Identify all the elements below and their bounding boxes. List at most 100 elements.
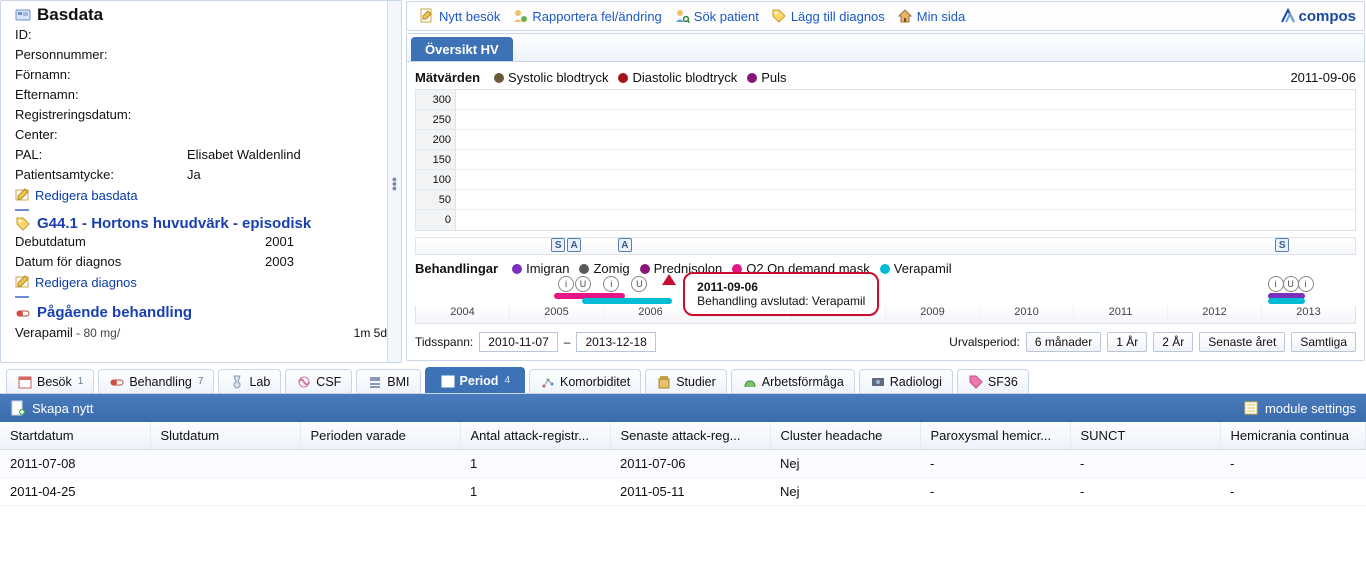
range-1y-button[interactable]: 1 År bbox=[1107, 332, 1147, 352]
col-header[interactable]: Perioden varade bbox=[300, 422, 460, 450]
col-header[interactable]: Startdatum bbox=[0, 422, 150, 450]
drug-age: 1m 5d bbox=[354, 326, 387, 340]
table-row[interactable]: 2011-07-0812011-07-06Nej--- bbox=[0, 450, 1366, 478]
left-panel: Basdata ID: Personnummer: Förnamn: Efter… bbox=[0, 0, 402, 363]
module-tabs: Besök1Behandling7LabCSFBMIPeriod4Komorbi… bbox=[0, 363, 1366, 394]
tab-bmi[interactable]: BMI bbox=[356, 369, 420, 393]
pal-value: Elisabet Waldenlind bbox=[187, 145, 301, 165]
person-question-icon bbox=[512, 8, 528, 24]
report-error-button[interactable]: Rapportera fel/ändring bbox=[508, 6, 665, 26]
tidsspann-label: Tidsspann: bbox=[415, 335, 473, 349]
tab-icon bbox=[229, 374, 245, 390]
tag-icon bbox=[771, 8, 787, 24]
tab-behandling[interactable]: Behandling7 bbox=[98, 369, 214, 393]
tab-icon bbox=[540, 374, 556, 390]
edit-diag-link[interactable]: Redigera diagnos bbox=[15, 274, 387, 290]
module-settings-button[interactable]: module settings bbox=[1243, 400, 1356, 416]
urval-label: Urvalsperiod: bbox=[949, 335, 1020, 349]
tab-komorbiditet[interactable]: Komorbiditet bbox=[529, 369, 641, 393]
tab-icon bbox=[742, 374, 758, 390]
col-header[interactable]: Cluster headache bbox=[770, 422, 920, 450]
tab-csf[interactable]: CSF bbox=[285, 369, 352, 393]
pal-label: PAL: bbox=[15, 145, 187, 165]
diagnosis-title: G44.1 - Hortons huvudvärk - episodisk bbox=[15, 215, 387, 232]
search-patient-button[interactable]: Sök patient bbox=[670, 6, 763, 26]
col-header[interactable]: SUNCT bbox=[1070, 422, 1220, 450]
measurements-legend: Mätvärden Systolic blodtryck Diastolic b… bbox=[415, 70, 1356, 85]
overview-panel: Översikt HV Mätvärden Systolic blodtryck… bbox=[406, 33, 1365, 361]
end-marker-icon bbox=[662, 274, 676, 285]
tab-sf36[interactable]: SF36 bbox=[957, 369, 1029, 393]
tab-radiologi[interactable]: Radiologi bbox=[859, 369, 953, 393]
tab-studier[interactable]: Studier bbox=[645, 369, 727, 393]
marker-icon: i bbox=[603, 276, 619, 292]
col-header[interactable]: Slutdatum bbox=[150, 422, 300, 450]
range-all-button[interactable]: Samtliga bbox=[1291, 332, 1356, 352]
debut-value: 2001 bbox=[265, 232, 294, 252]
marker-icon: U bbox=[1283, 276, 1299, 292]
module-action-bar: Skapa nytt module settings bbox=[0, 394, 1366, 422]
efternamn-label: Efternamn: bbox=[15, 85, 187, 105]
tab-icon bbox=[17, 374, 33, 390]
tab-period[interactable]: Period4 bbox=[425, 367, 525, 393]
range-last-button[interactable]: Senaste året bbox=[1199, 332, 1285, 352]
event-badge[interactable]: S bbox=[1275, 238, 1289, 252]
new-doc-icon bbox=[10, 400, 26, 416]
drug-dose: - 80 mg/ bbox=[73, 326, 120, 340]
tab-besök[interactable]: Besök1 bbox=[6, 369, 94, 393]
create-new-button[interactable]: Skapa nytt bbox=[10, 400, 93, 416]
event-badge[interactable]: A bbox=[618, 238, 632, 252]
period-table: StartdatumSlutdatumPerioden varadeAntal … bbox=[0, 422, 1366, 506]
marker-icon: i bbox=[558, 276, 574, 292]
fornamn-label: Förnamn: bbox=[15, 65, 187, 85]
tag-icon bbox=[15, 216, 31, 232]
tab-lab[interactable]: Lab bbox=[218, 369, 281, 393]
edit-basdata-link[interactable]: Redigera basdata bbox=[15, 187, 387, 203]
event-strip: S A A S bbox=[415, 237, 1356, 255]
person-search-icon bbox=[674, 8, 690, 24]
center-label: Center: bbox=[15, 125, 187, 145]
col-header[interactable]: Antal attack-registr... bbox=[460, 422, 610, 450]
top-toolbar: Nytt besök Rapportera fel/ändring Sök pa… bbox=[406, 1, 1365, 31]
add-diagnosis-button[interactable]: Lägg till diagnos bbox=[767, 6, 889, 26]
brand-logo: compos bbox=[1280, 8, 1356, 25]
new-visit-button[interactable]: Nytt besök bbox=[415, 6, 504, 26]
tab-icon bbox=[870, 374, 886, 390]
id-label: ID: bbox=[15, 25, 187, 45]
range-6m-button[interactable]: 6 månader bbox=[1026, 332, 1101, 352]
pnr-label: Personnummer: bbox=[15, 45, 187, 65]
marker-icon: U bbox=[575, 276, 591, 292]
tab-overview[interactable]: Översikt HV bbox=[411, 37, 513, 61]
event-badge[interactable]: S bbox=[551, 238, 565, 252]
my-page-button[interactable]: Min sida bbox=[893, 6, 969, 26]
tab-arbetsförmåga[interactable]: Arbetsförmåga bbox=[731, 369, 855, 393]
year-axis: 2004200520062007200820092010201120122013 bbox=[415, 306, 1356, 324]
regdat-label: Registreringsdatum: bbox=[15, 105, 187, 125]
treat-timeline: i U i U 2011-09-06 Behandling avslutad: … bbox=[415, 276, 1356, 306]
consent-value: Ja bbox=[187, 165, 201, 185]
table-row[interactable]: 2011-04-2512011-05-11Nej--- bbox=[0, 478, 1366, 506]
tab-icon bbox=[440, 373, 456, 389]
range-2y-button[interactable]: 2 År bbox=[1153, 332, 1193, 352]
timespan-to-input[interactable]: 2013-12-18 bbox=[576, 332, 655, 352]
drug-name: Verapamil bbox=[15, 325, 73, 340]
ref-date: 2011-09-06 bbox=[1290, 70, 1356, 85]
event-badge[interactable]: A bbox=[567, 238, 581, 252]
card-icon bbox=[15, 7, 31, 23]
marker-icon: i bbox=[1268, 276, 1284, 292]
diagdate-label: Datum för diagnos bbox=[15, 252, 265, 272]
col-header[interactable]: Hemicrania continua bbox=[1220, 422, 1366, 450]
col-header[interactable]: Paroxysmal hemicr... bbox=[920, 422, 1070, 450]
pencil-icon bbox=[15, 187, 31, 203]
timeline-tooltip: 2011-09-06 Behandling avslutad: Verapami… bbox=[683, 272, 879, 316]
settings-icon bbox=[1243, 400, 1259, 416]
marker-icon: U bbox=[631, 276, 647, 292]
brand-icon bbox=[1280, 8, 1296, 24]
tab-icon bbox=[656, 374, 672, 390]
timespan-from-input[interactable]: 2010-11-07 bbox=[479, 332, 558, 352]
tab-icon bbox=[109, 374, 125, 390]
tab-icon bbox=[367, 374, 383, 390]
col-header[interactable]: Senaste attack-reg... bbox=[610, 422, 770, 450]
home-icon bbox=[897, 8, 913, 24]
resize-handle[interactable]: ● ● ● bbox=[387, 1, 401, 362]
